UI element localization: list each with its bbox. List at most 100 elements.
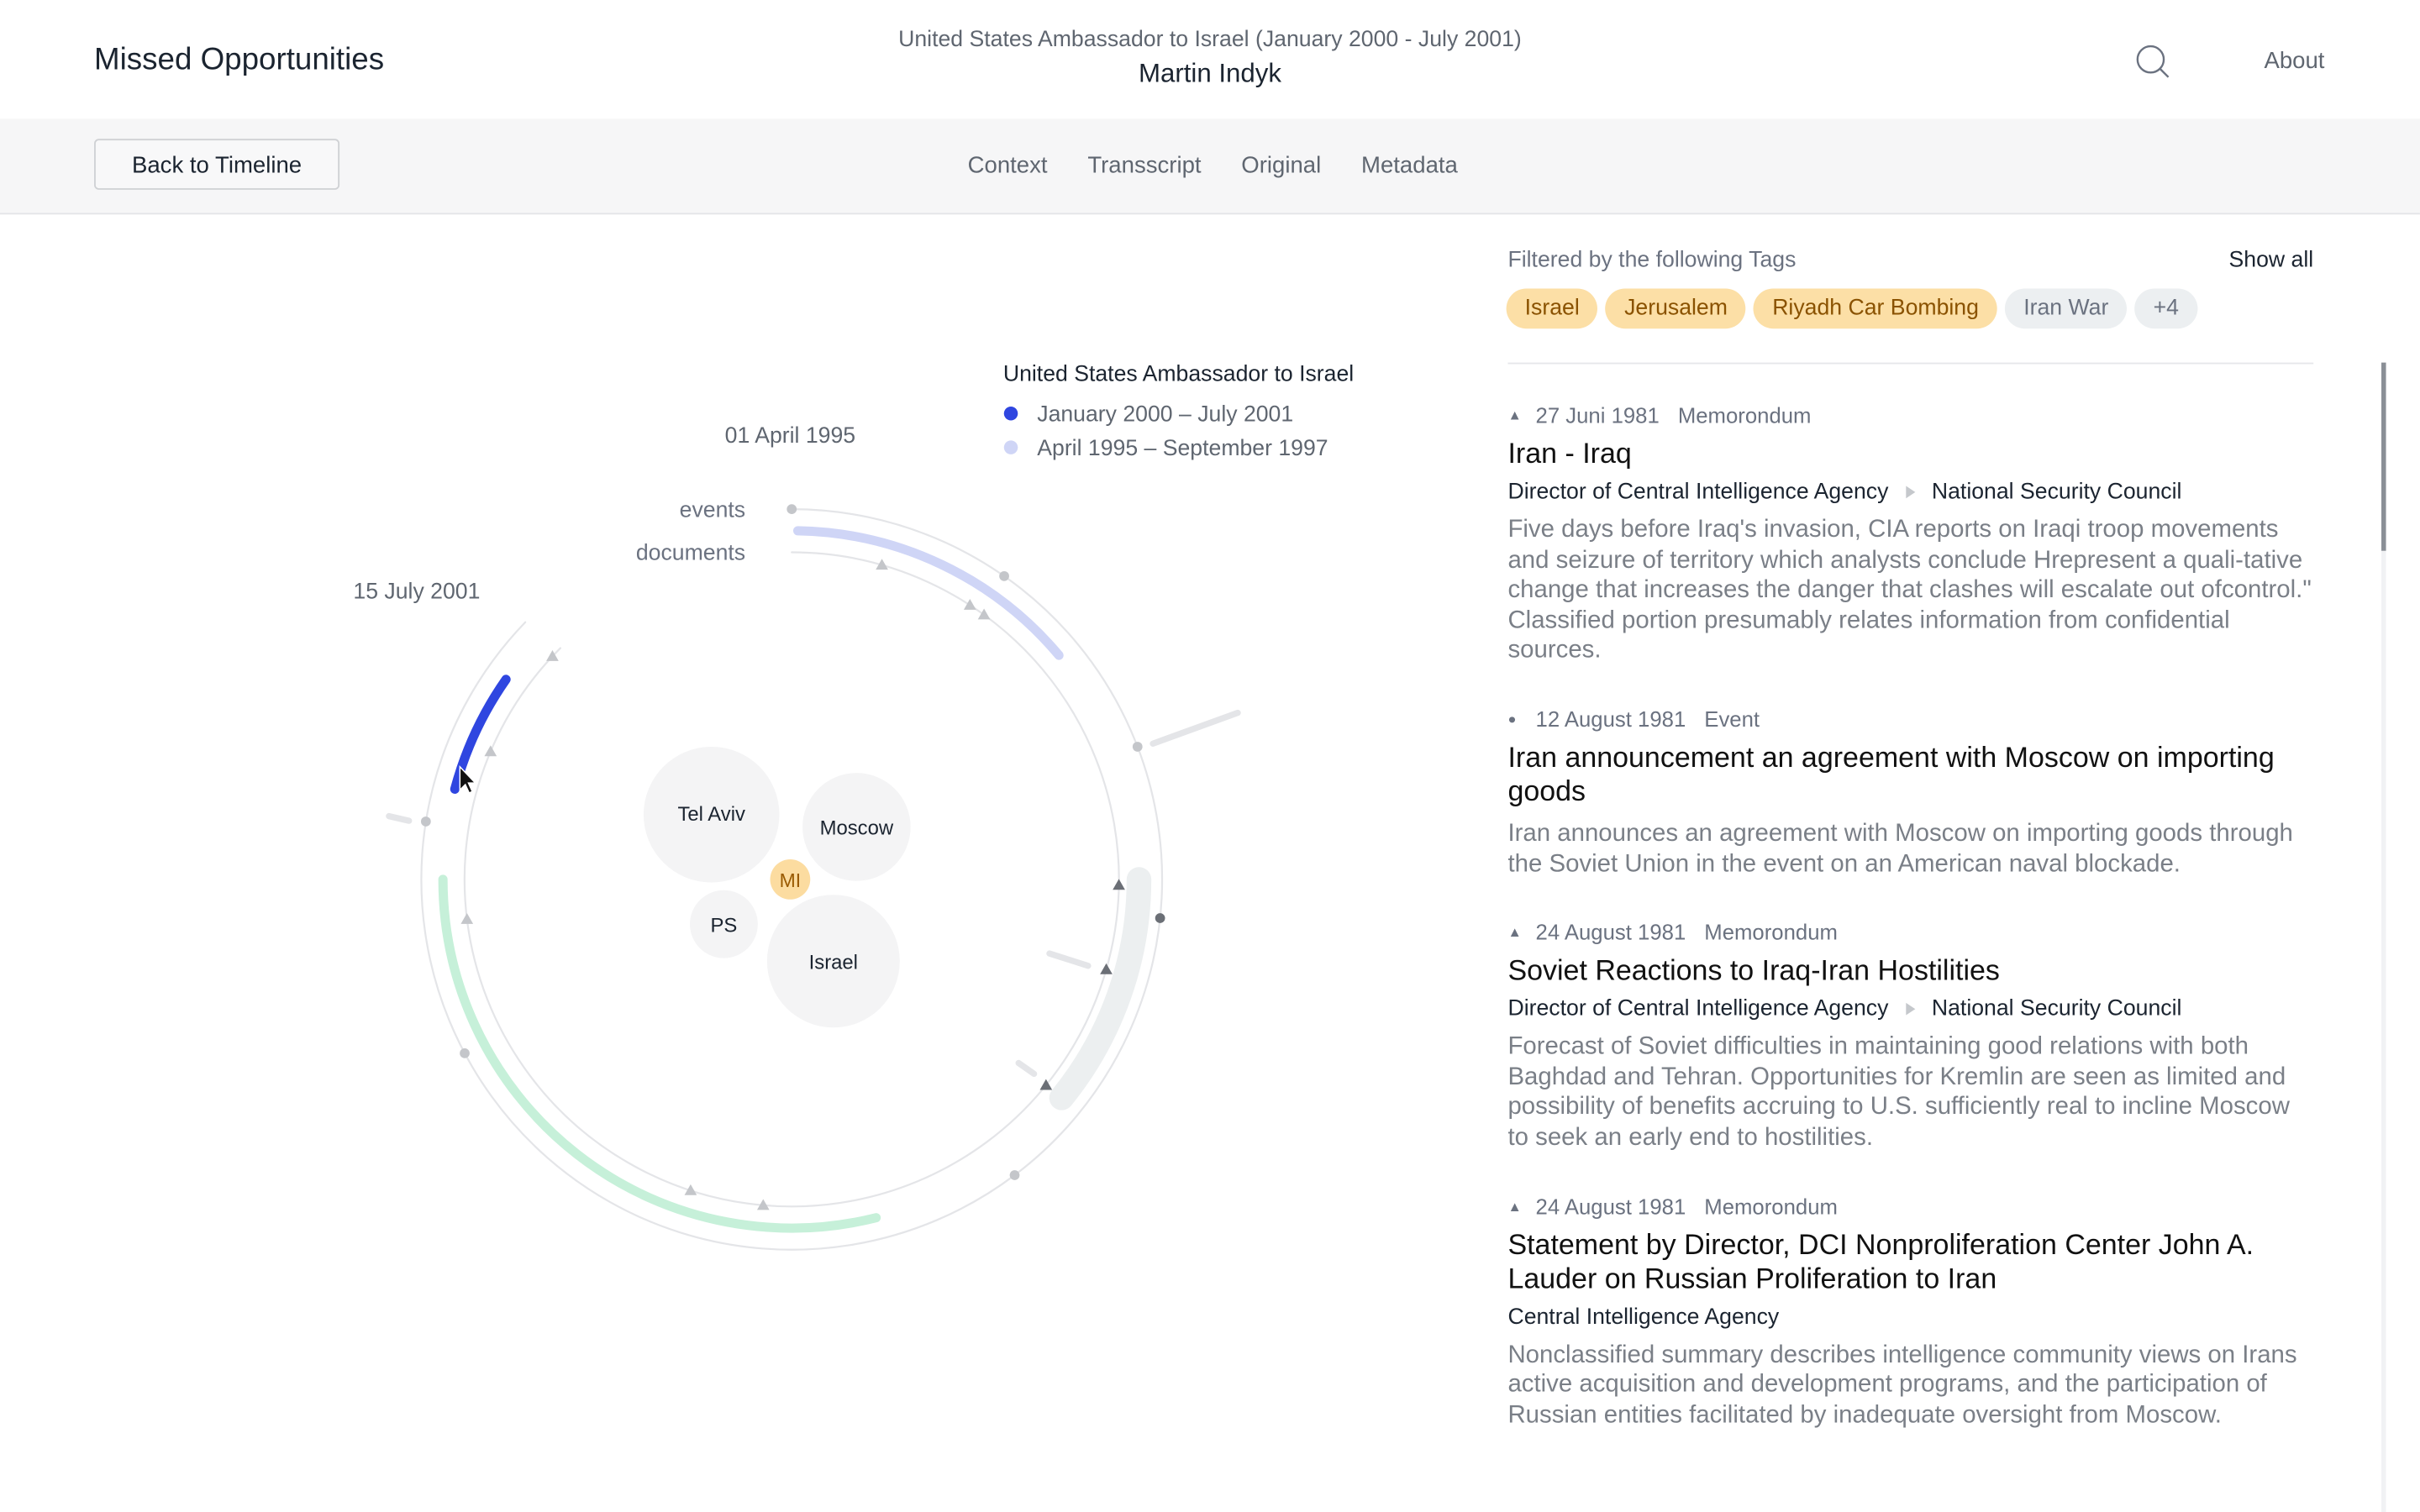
event-dot-icon: ● (1507, 711, 1517, 727)
filter-title: Filtered by the following Tags (1507, 248, 1797, 274)
about-link[interactable]: About (2264, 48, 2324, 74)
start-date-label: 01 April 1995 (725, 423, 855, 448)
list-item[interactable]: ▲ 24 August 1981 Memorondum Statement by Di… (1507, 1194, 2313, 1431)
back-to-timeline-button[interactable]: Back to Timeline (94, 139, 340, 190)
bubble-label: PS (710, 914, 737, 937)
item-description: Nonclassified summary describes intellig… (1507, 1341, 2297, 1429)
connector-line (1150, 709, 1241, 747)
item-date: 24 August 1981 (1535, 1193, 1686, 1219)
tab-transcript[interactable]: Transscript (1087, 153, 1201, 179)
bubble-tel-aviv[interactable]: Tel Aviv (643, 746, 780, 883)
document-triangle-icon: ▲ (1507, 1198, 1522, 1214)
item-meta: ▲ 24 August 1981 Memorondum (1507, 1194, 2313, 1218)
event-marker[interactable] (1009, 1170, 1020, 1180)
legend-item-current[interactable]: January 2000 – July 2001 (1037, 401, 1293, 426)
mouse-cursor-icon (459, 765, 477, 795)
list-item[interactable]: ▲ 27 Juni 1981 Memorondum Iran - Iraq Direct… (1507, 402, 2313, 666)
item-type: Event (1704, 706, 1760, 732)
list-item[interactable]: ● 12 August 1981 Event Iran announcement an… (1507, 706, 2313, 879)
event-marker[interactable] (786, 504, 797, 514)
item-date: 24 August 1981 (1535, 919, 1686, 945)
arrow-right-icon (1905, 1003, 1915, 1016)
event-marker[interactable] (999, 570, 1009, 581)
document-marker[interactable] (484, 745, 497, 757)
document-list: ▲ 27 Juni 1981 Memorondum Iran - Iraq Direct… (1507, 402, 2313, 1471)
tab-context[interactable]: Context (968, 153, 1048, 179)
item-from: Director of Central Intelligence Agency (1507, 480, 1889, 505)
bubble-label: MI (780, 869, 801, 891)
radial-timeline[interactable]: United States Ambassador to Israel Janua… (0, 214, 1481, 1512)
item-title[interactable]: Soviet Reactions to Iraq-Iran Hostilitie… (1507, 953, 2313, 987)
item-from: Central Intelligence Agency (1507, 1304, 1780, 1330)
item-description: Forecast of Soviet difficulties in maint… (1507, 1033, 2290, 1152)
list-item[interactable]: ▲ 24 August 1981 Memorondum Soviet Reaction… (1507, 920, 2313, 1153)
end-date-label: 15 July 2001 (353, 579, 480, 604)
event-marker[interactable] (420, 816, 431, 827)
documents-ring-label: documents (636, 540, 745, 565)
document-tabs: Context Transscript Original Metadata (968, 153, 1458, 179)
legend-item-previous[interactable]: April 1995 – September 1997 (1037, 435, 1328, 460)
item-from: Director of Central Intelligence Agency (1507, 996, 1889, 1022)
document-marker[interactable] (963, 599, 976, 610)
item-route: Director of Central Intelligence Agency N… (1507, 480, 2313, 504)
scrollbar-thumb[interactable] (2381, 362, 2386, 551)
connector-line (1046, 950, 1092, 969)
item-to: National Security Council (1931, 480, 2182, 505)
item-type: Memorondum (1677, 402, 1812, 428)
connector-line (1015, 1059, 1038, 1078)
bubble-label: Israel (809, 951, 858, 974)
item-title[interactable]: Iran announcement an agreement with Mosc… (1507, 741, 2313, 809)
document-marker[interactable] (977, 608, 991, 620)
event-marker[interactable] (460, 1047, 470, 1058)
legend-dot-previous (1003, 440, 1018, 454)
event-marker[interactable] (1155, 913, 1165, 923)
term-arc-previous[interactable] (792, 526, 1064, 660)
legend-title: United States Ambassador to Israel (1003, 361, 1354, 386)
events-ring-label: events (680, 496, 745, 522)
item-description: Iran announces an agreement with Moscow … (1507, 821, 2293, 878)
bubble-mi[interactable]: MI (770, 859, 811, 900)
tag-chip[interactable]: +4 (2134, 288, 2198, 329)
item-title[interactable]: Iran - Iraq (1507, 437, 2313, 470)
item-type: Memorondum (1704, 919, 1838, 945)
divider (1507, 362, 2314, 365)
item-meta: ● 12 August 1981 Event (1507, 706, 2313, 731)
item-to: National Security Council (1931, 996, 2182, 1022)
top-header: Missed Opportunities United States Ambas… (0, 0, 2420, 119)
item-date: 12 August 1981 (1535, 706, 1686, 732)
item-meta: ▲ 24 August 1981 Memorondum (1507, 920, 2313, 944)
document-marker[interactable] (460, 913, 474, 924)
item-title[interactable]: Statement by Director, DCI Nonproliferat… (1507, 1227, 2313, 1295)
bubble-israel[interactable]: Israel (766, 895, 900, 1028)
event-marker[interactable] (1132, 742, 1143, 752)
item-route: Director of Central Intelligence Agency N… (1507, 997, 2313, 1021)
document-marker[interactable] (1100, 963, 1113, 974)
tag-chip[interactable]: Iran War (2005, 288, 2128, 329)
document-triangle-icon: ▲ (1507, 407, 1522, 423)
legend-dot-current (1003, 406, 1018, 421)
arrow-right-icon (1905, 486, 1915, 499)
show-all-link[interactable]: Show all (2229, 249, 2314, 273)
tag-chip[interactable]: Israel (1506, 288, 1598, 329)
search-icon[interactable] (2134, 43, 2171, 80)
bubble-moscow[interactable]: Moscow (802, 773, 911, 881)
item-description: Five days before Iraq's invasion, CIA re… (1507, 517, 2312, 664)
tab-metadata[interactable]: Metadata (1361, 153, 1458, 179)
position-subtitle: United States Ambassador to Israel (Janu… (898, 28, 1522, 53)
person-name: Martin Indyk (1138, 58, 1282, 88)
document-triangle-icon: ▲ (1507, 924, 1522, 940)
connector-line (386, 812, 413, 824)
bubble-label: Moscow (820, 817, 894, 840)
tag-chip[interactable]: Riyadh Car Bombing (1754, 288, 1997, 329)
tag-list: Israel Jerusalem Riyadh Car Bombing Iran Wa… (1506, 288, 2198, 329)
sub-toolbar: Back to Timeline Context Transscript Ori… (0, 118, 2420, 215)
tag-chip[interactable]: Jerusalem (1606, 288, 1746, 329)
document-marker[interactable] (1113, 879, 1125, 890)
item-type: Memorondum (1704, 1193, 1838, 1219)
item-route: Central Intelligence Agency (1507, 1305, 2313, 1329)
item-meta: ▲ 27 Juni 1981 Memorondum (1507, 402, 2313, 427)
bubble-label: Tel Aviv (677, 803, 745, 826)
bubble-ps[interactable]: PS (690, 890, 758, 958)
item-date: 27 Juni 1981 (1535, 402, 1660, 428)
tab-original[interactable]: Original (1241, 153, 1321, 179)
